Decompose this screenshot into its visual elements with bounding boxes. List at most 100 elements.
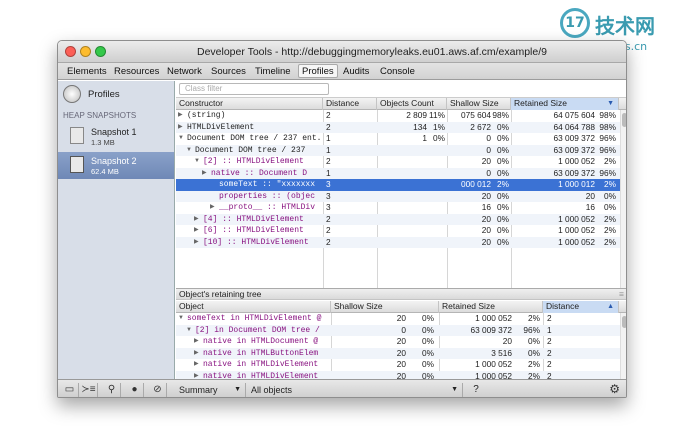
tab-resources[interactable]: Resources (114, 66, 159, 77)
shallow-size-percent: 0% (422, 324, 434, 335)
disclosure-triangle-icon[interactable]: ▶ (194, 214, 202, 226)
disclosure-triangle-icon[interactable]: ▼ (186, 325, 194, 337)
top-scrollbar-thumb[interactable] (622, 113, 626, 127)
table-row[interactable]: someText :: "xxxxxxx 3 000 012 2% 1 000 012 2… (176, 179, 620, 191)
bottom-scrollbar-thumb[interactable] (622, 316, 626, 328)
distance-value: 2 (547, 347, 552, 358)
retaining-table-header: Object Shallow Size Retained Size Distan… (176, 301, 626, 313)
retained-size: 3 516 (491, 347, 512, 358)
clear-icon[interactable]: ⊘ (149, 383, 167, 397)
distance-value: 1 (326, 167, 331, 178)
disclosure-triangle-icon[interactable]: ▶ (194, 359, 202, 371)
disclosure-triangle-icon[interactable]: ▼ (194, 156, 202, 168)
disclosure-triangle-icon[interactable] (210, 179, 218, 191)
retained-size-percent: 0% (604, 202, 616, 212)
search-icon[interactable]: ⚲ (103, 383, 121, 397)
table-row[interactable]: ▼ [2] :: HTMLDivElement 2 20 0% 1 000 052 2% (176, 156, 620, 168)
disclosure-triangle-icon[interactable]: ▼ (178, 133, 186, 145)
tab-elements[interactable]: Elements (67, 66, 107, 77)
tab-timeline[interactable]: Timeline (255, 66, 291, 77)
table-row[interactable]: ▶ [4] :: HTMLDivElement 2 20 0% 1 000 052 2% (176, 213, 620, 226)
disclosure-triangle-icon[interactable]: ▶ (178, 122, 186, 134)
col-object[interactable]: Object (176, 301, 331, 313)
disclosure-triangle-icon[interactable]: ▶ (194, 225, 202, 237)
constructor-name: [2] :: HTMLDivElement (203, 157, 304, 166)
tab-sources[interactable]: Sources (211, 66, 246, 77)
top-scrollbar[interactable] (620, 110, 626, 288)
disclosure-triangle-icon[interactable]: ▼ (186, 145, 194, 157)
disclosure-triangle-icon[interactable]: ▶ (178, 110, 186, 122)
disclosure-triangle-icon[interactable]: ▶ (194, 336, 202, 348)
retaining-table-body: ▼ someText in HTMLDivElement @20 0% 1 000 0… (176, 313, 620, 379)
table-row[interactable]: ▼ someText in HTMLDivElement @ 20 0% 1 000 0… (176, 313, 620, 325)
tab-network[interactable]: Network (167, 66, 202, 77)
title-bar: Developer Tools - http://debuggingmemory… (58, 41, 626, 63)
table-row[interactable]: ▶ native in HTMLDivElement 20 0% 1 000 052 2%… (176, 359, 620, 371)
disclosure-triangle-icon[interactable]: ▶ (194, 348, 202, 360)
object-name: someText in HTMLDivElement @ (187, 314, 322, 323)
shallow-size-percent: 2% (497, 179, 509, 189)
tab-console[interactable]: Console (380, 66, 415, 77)
table-row[interactable]: ▶ native in HTMLDocument @ 20 0% 20 0% 2 (176, 336, 620, 348)
shallow-size: 0 (486, 133, 491, 143)
shallow-size-percent: 0% (422, 347, 434, 358)
col-objects-count[interactable]: Objects Count (377, 98, 447, 110)
table-row[interactable]: ▶ native in HTMLDivElement 20 0% 1 000 052 2%… (176, 370, 620, 380)
col-retained-size[interactable]: Retained Size (439, 301, 543, 313)
class-filter-input[interactable]: Class filter (179, 83, 329, 95)
table-row[interactable]: ▶ HTMLDivElement 2 134 1% 2 672 0% 64 064 788 98… (176, 121, 620, 134)
constructor-name: [10] :: HTMLDivElement (203, 237, 309, 247)
col-shallow-size[interactable]: Shallow Size (447, 98, 511, 110)
objects-count (377, 191, 427, 203)
tab-audits[interactable]: Audits (343, 66, 369, 77)
col-retained-size[interactable]: Retained Size ▼ (511, 98, 619, 110)
bottom-scrollbar[interactable] (620, 313, 626, 379)
table-row[interactable]: ▼ Document DOM tree / 237 ent... 1 1 0% 0 0% 63… (176, 133, 620, 145)
table-row[interactable]: ▶ (string) 2 2 809 11% 075 604 98% 64 075 604 98… (176, 110, 620, 122)
objects-select[interactable]: All objects ▼ (248, 383, 463, 397)
summary-select-value: Summary (179, 385, 218, 395)
retained-size: 1 000 052 (475, 313, 512, 323)
devtools-window: Developer Tools - http://debuggingmemory… (57, 40, 627, 398)
retained-size-percent: 2% (604, 236, 616, 247)
retained-size-percent: 0% (528, 336, 540, 346)
minimize-button[interactable] (80, 46, 91, 57)
table-row[interactable]: ▼ [2] in Document DOM tree / 0 0% 63 009 372… (176, 324, 620, 337)
table-row[interactable]: ▶ native in HTMLButtonElem 20 0% 3 516 0% 2 (176, 347, 620, 360)
gear-icon[interactable]: ⚙ (609, 382, 620, 396)
heap-snapshot-view: Class filter Constructor Distance Object… (176, 81, 626, 379)
table-row[interactable]: ▶ [6] :: HTMLDivElement 2 20 0% 1 000 052 2% (176, 225, 620, 237)
table-row[interactable]: ▶ native :: Document D 1 0 0% 63 009 372 96% (176, 167, 620, 180)
close-button[interactable] (65, 46, 76, 57)
disclosure-triangle-icon[interactable]: ▶ (202, 168, 210, 180)
tab-profiles[interactable]: Profiles (298, 64, 338, 78)
summary-select[interactable]: Summary ▼ (176, 383, 246, 397)
disclosure-triangle-icon[interactable]: ▶ (194, 237, 202, 249)
col-shallow-size[interactable]: Shallow Size (331, 301, 439, 313)
record-icon[interactable]: ● (126, 383, 144, 397)
objects-count (377, 225, 427, 237)
snapshot-1-item[interactable]: Snapshot 1 1.3 MB (58, 123, 174, 150)
splitter-handle-icon[interactable]: ≡ (619, 289, 624, 300)
table-row[interactable]: ▶ [10] :: HTMLDivElement 2 20 0% 1 000 052 2% (176, 236, 620, 249)
snapshot-2-item[interactable]: Snapshot 2 62.4 MB (58, 152, 174, 179)
disclosure-triangle-icon[interactable]: ▼ (178, 313, 186, 325)
distance-value: 2 (326, 121, 331, 132)
disclosure-triangle-icon[interactable] (210, 191, 218, 203)
constructor-name: HTMLDivElement (187, 122, 255, 132)
zoom-button[interactable] (95, 46, 106, 57)
col-distance[interactable]: Distance (323, 98, 377, 110)
shallow-size: 20 (396, 370, 406, 380)
col-distance[interactable]: Distance ▲ (543, 301, 619, 313)
disclosure-triangle-icon[interactable]: ▶ (210, 202, 218, 214)
constructor-table-header: Constructor Distance Objects Count Shall… (176, 98, 626, 110)
objects-count: 1 (422, 133, 427, 143)
dock-toggle-icon[interactable]: ▭ (61, 383, 79, 397)
table-row[interactable]: properties :: (objec 3 20 0% 20 0% (176, 190, 620, 203)
col-constructor[interactable]: Constructor (176, 98, 323, 110)
console-drawer-icon[interactable]: ≻≡ (80, 383, 98, 397)
disclosure-triangle-icon[interactable]: ▶ (194, 371, 202, 380)
table-row[interactable]: ▶ __proto__ :: HTMLDiv 3 16 0% 16 0% (176, 202, 620, 214)
table-row[interactable]: ▼ Document DOM tree / 237 1 0 0% 63 009 372 96… (176, 144, 620, 157)
help-button[interactable]: ? (468, 383, 484, 397)
